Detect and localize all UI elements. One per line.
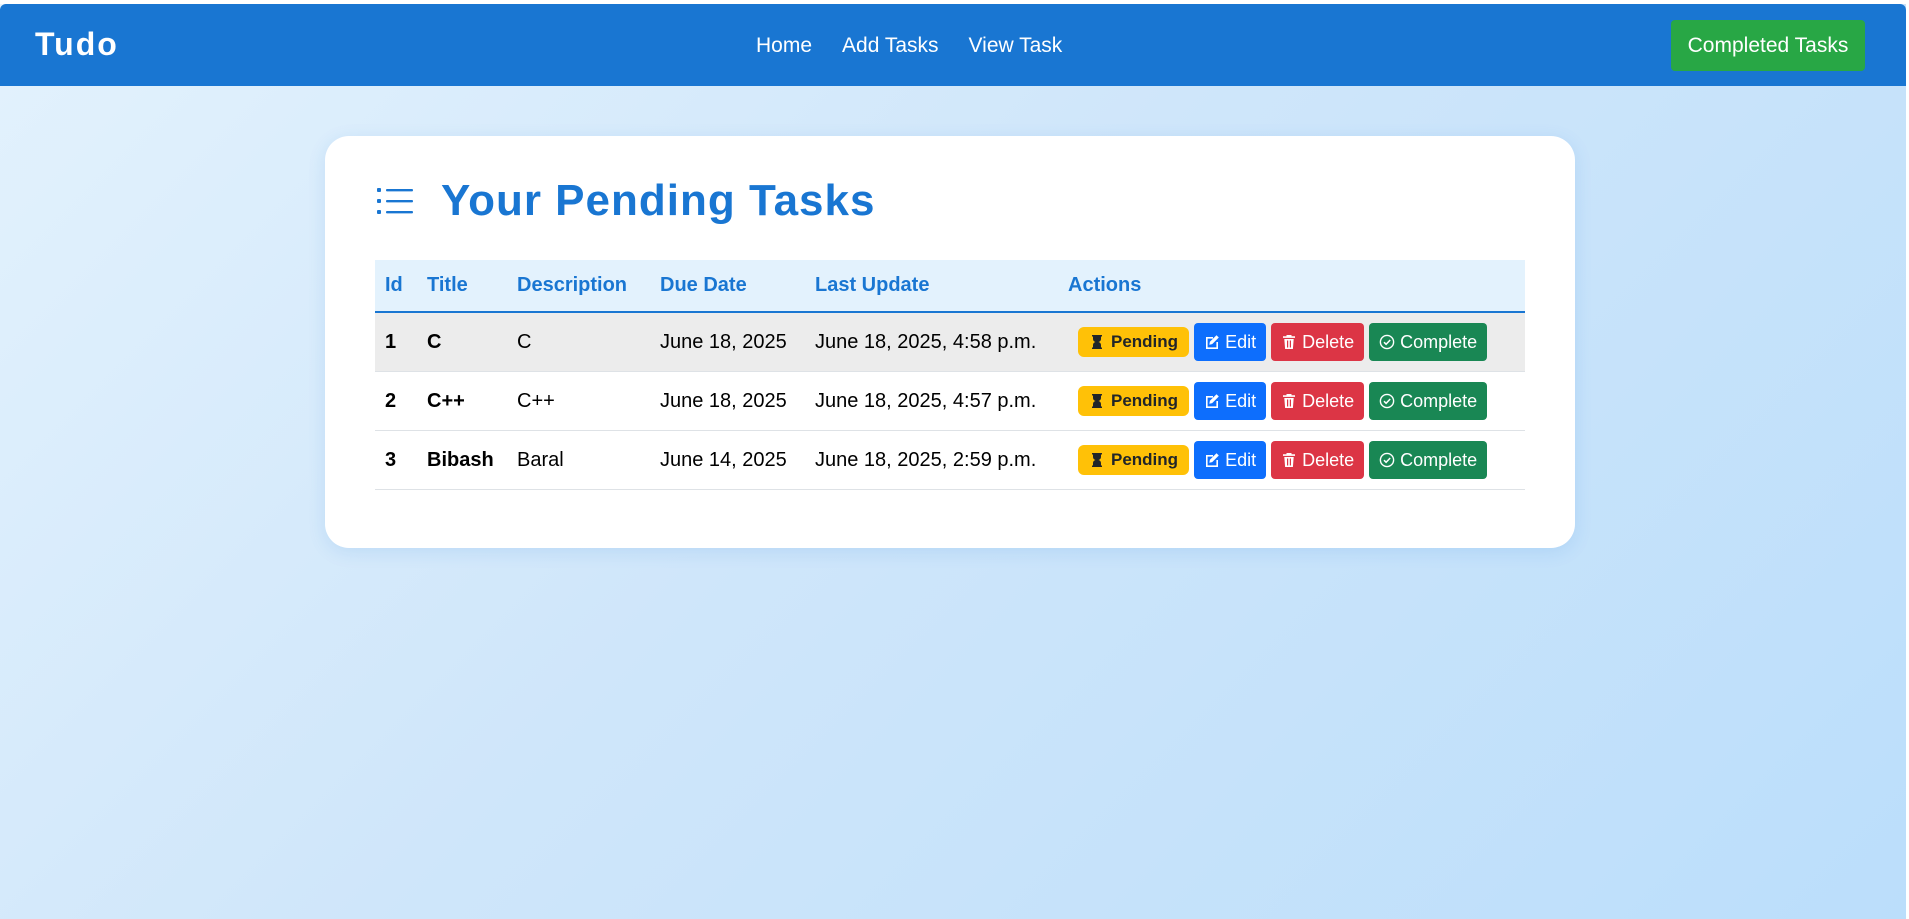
- table-row: 2 C++ C++ June 18, 2025 June 18, 2025, 4…: [375, 371, 1525, 431]
- pencil-square-icon: [1206, 335, 1219, 349]
- edit-button-label: Edit: [1225, 449, 1257, 470]
- task-description: C++: [507, 371, 650, 431]
- delete-button[interactable]: Delete: [1271, 382, 1365, 420]
- delete-button-label: Delete: [1302, 449, 1355, 470]
- hourglass-icon: [1092, 394, 1102, 408]
- task-actions: Pending Edit Delete Complete: [1058, 312, 1525, 372]
- nav-link-view-task[interactable]: View Task: [969, 34, 1063, 58]
- task-last-update: June 18, 2025, 2:59 p.m.: [805, 430, 1058, 490]
- page-background: Tudo Home Add Tasks View Task Completed …: [0, 4, 1906, 919]
- task-description: C: [507, 312, 650, 372]
- check-circle-icon: [1379, 393, 1395, 409]
- edit-button[interactable]: Edit: [1194, 382, 1267, 420]
- completed-tasks-button[interactable]: Completed Tasks: [1671, 20, 1865, 71]
- column-header-title: Title: [427, 274, 468, 296]
- complete-button[interactable]: Complete: [1369, 441, 1488, 479]
- edit-button-label: Edit: [1225, 331, 1257, 352]
- hourglass-icon: [1092, 453, 1102, 467]
- navbar: Tudo Home Add Tasks View Task Completed …: [0, 4, 1906, 86]
- edit-button-label: Edit: [1225, 390, 1257, 411]
- task-actions: Pending Edit Delete Complete: [1058, 430, 1525, 490]
- task-title: Bibash: [417, 430, 507, 490]
- pending-tasks-card: Your Pending Tasks Id Title Description …: [325, 136, 1575, 548]
- trash-icon: [1283, 453, 1296, 467]
- edit-button[interactable]: Edit: [1194, 323, 1267, 361]
- delete-button-label: Delete: [1302, 390, 1355, 411]
- tasks-table: Id Title Description Due Date Last Updat…: [375, 260, 1525, 490]
- trash-icon: [1283, 394, 1296, 408]
- column-header-description: Description: [517, 274, 628, 296]
- check-circle-icon: [1379, 334, 1395, 350]
- complete-button[interactable]: Complete: [1369, 323, 1488, 361]
- column-header-actions: Actions: [1068, 274, 1142, 296]
- pending-badge: Pending: [1078, 445, 1190, 475]
- check-circle-icon: [1379, 452, 1395, 468]
- column-header-id: Id: [385, 274, 403, 296]
- task-due-date: June 18, 2025: [650, 371, 805, 431]
- column-header-due-date: Due Date: [660, 274, 747, 296]
- task-actions: Pending Edit Delete Complete: [1058, 371, 1525, 431]
- trash-icon: [1283, 335, 1296, 349]
- brand-logo[interactable]: Tudo: [35, 26, 119, 63]
- complete-button[interactable]: Complete: [1369, 382, 1488, 420]
- pending-badge-label: Pending: [1111, 450, 1179, 469]
- task-id: 1: [375, 312, 417, 372]
- pending-badge: Pending: [1078, 386, 1190, 416]
- delete-button[interactable]: Delete: [1271, 441, 1365, 479]
- complete-button-label: Complete: [1400, 331, 1478, 352]
- nav-links: Home Add Tasks View Task: [756, 34, 1062, 58]
- task-last-update: June 18, 2025, 4:57 p.m.: [805, 371, 1058, 431]
- delete-button-label: Delete: [1302, 331, 1355, 352]
- list-icon: [377, 188, 413, 214]
- task-due-date: June 14, 2025: [650, 430, 805, 490]
- task-title: C++: [417, 371, 507, 431]
- table-row: 1 C C June 18, 2025 June 18, 2025, 4:58 …: [375, 312, 1525, 372]
- nav-link-add-tasks[interactable]: Add Tasks: [842, 34, 939, 58]
- complete-button-label: Complete: [1400, 390, 1478, 411]
- nav-link-home[interactable]: Home: [756, 34, 812, 58]
- task-id: 3: [375, 430, 417, 490]
- pending-badge: Pending: [1078, 327, 1190, 357]
- edit-button[interactable]: Edit: [1194, 441, 1267, 479]
- delete-button[interactable]: Delete: [1271, 323, 1365, 361]
- task-title: C: [417, 312, 507, 372]
- hourglass-icon: [1092, 335, 1102, 349]
- column-header-last-update: Last Update: [815, 274, 930, 296]
- task-description: Baral: [507, 430, 650, 490]
- complete-button-label: Complete: [1400, 449, 1478, 470]
- table-row: 3 Bibash Baral June 14, 2025 June 18, 20…: [375, 430, 1525, 490]
- pencil-square-icon: [1206, 453, 1219, 467]
- pencil-square-icon: [1206, 394, 1219, 408]
- task-id: 2: [375, 371, 417, 431]
- page-title: Your Pending Tasks: [441, 176, 876, 225]
- table-header-row: Id Title Description Due Date Last Updat…: [375, 260, 1525, 312]
- pending-badge-label: Pending: [1111, 332, 1179, 351]
- card-header: Your Pending Tasks: [377, 176, 875, 226]
- pending-badge-label: Pending: [1111, 391, 1179, 410]
- task-last-update: June 18, 2025, 4:58 p.m.: [805, 312, 1058, 372]
- task-due-date: June 18, 2025: [650, 312, 805, 372]
